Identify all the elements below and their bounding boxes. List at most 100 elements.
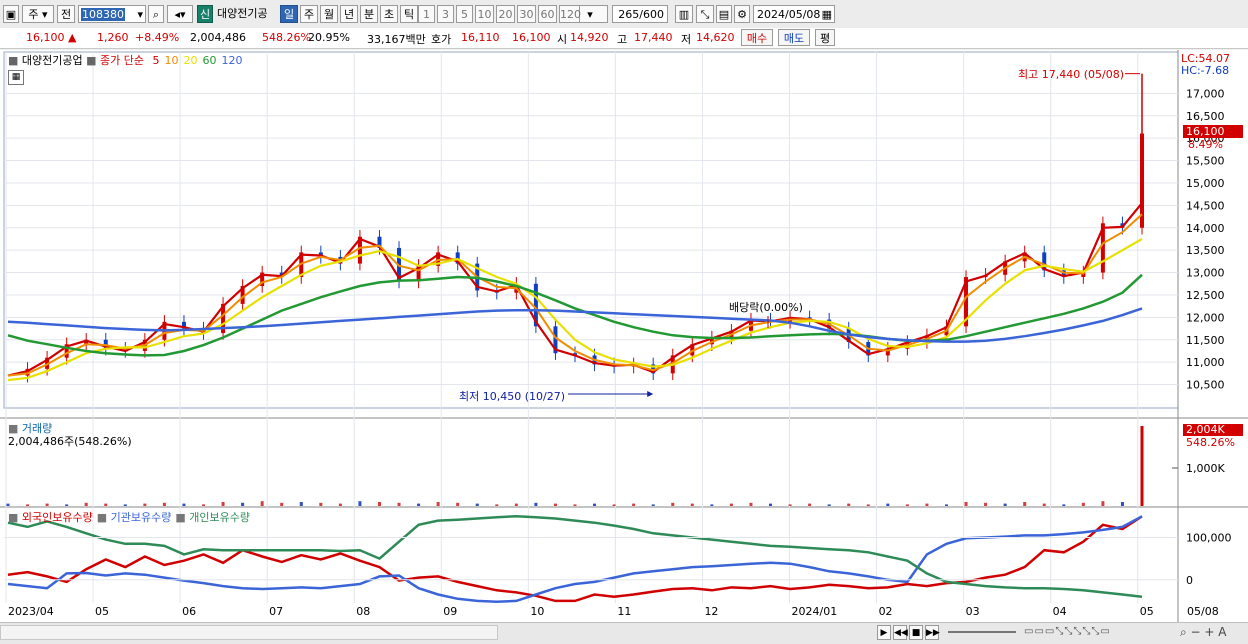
scroll-right-icon[interactable]: ▶: [877, 625, 891, 640]
interval-tab-7[interactable]: 120: [559, 5, 581, 23]
date-value: 2024/05/08: [757, 8, 821, 21]
open-label: 시: [557, 33, 568, 46]
buy-button[interactable]: 매수: [741, 29, 773, 46]
candle-icon[interactable]: ▥: [675, 5, 693, 23]
holder-line-institution: [7, 515, 1143, 603]
quote-bar: 16,100 ▲ 1,260 +8.49% 2,004,486 548.26% …: [0, 28, 1248, 49]
period-tab-4[interactable]: 분: [360, 5, 378, 23]
volume-bar: [671, 502, 675, 506]
volume-bar: [417, 503, 421, 506]
price-axis-label: 14,000: [1186, 222, 1225, 235]
period-tab-6[interactable]: 틱: [400, 5, 418, 23]
save-icon[interactable]: ▤: [716, 5, 732, 23]
market-select[interactable]: 주 ▾: [22, 5, 54, 23]
volume-bar: [123, 504, 127, 506]
chart-svg[interactable]: 17,00016,50016,00015,50015,00014,50014,0…: [0, 50, 1248, 622]
price-axis-label: 16,500: [1186, 110, 1225, 123]
holder-line-foreign: [7, 515, 1143, 603]
high-price: 17,440: [634, 31, 673, 44]
period-tab-1[interactable]: 주: [300, 5, 318, 23]
bottom-bar: ▶ ◀◀ ■ ▶▶ ▭▭▭⤡⤡⤡⤡⤡▭ ⌕ − + A: [0, 622, 1248, 644]
hc-value: HC:-7.68: [1181, 64, 1230, 77]
volume-bar: [299, 502, 303, 506]
x-axis-label: 05: [1140, 605, 1154, 618]
price-axis-label: 12,500: [1186, 289, 1225, 302]
scroll-first-icon[interactable]: ◀◀: [893, 625, 908, 640]
sell-button[interactable]: 매도: [778, 29, 810, 46]
x-axis-label: 11: [617, 605, 631, 618]
price-axis-label: 11,500: [1186, 334, 1225, 347]
volume-bar: [1140, 426, 1144, 506]
price-axis-label: 13,500: [1186, 244, 1225, 257]
search-icon[interactable]: ⌕: [148, 5, 164, 23]
grid-toggle-icon[interactable]: ▦: [8, 70, 24, 85]
interval-tab-3[interactable]: 10: [475, 5, 494, 23]
stock-code-input[interactable]: 108380 ▾: [78, 5, 146, 23]
period-tab-0[interactable]: 일: [280, 5, 298, 23]
scroll-last-icon[interactable]: ▶▶: [925, 625, 940, 640]
volume-bar: [182, 503, 186, 506]
volume-bar: [984, 502, 988, 506]
legend-ma-2: 20: [183, 54, 198, 67]
volume-axis-label: 1,000K: [1186, 462, 1225, 475]
zoom-slider[interactable]: [948, 631, 1016, 633]
period-tab-2[interactable]: 월: [320, 5, 338, 23]
speaker-icon[interactable]: ◂▾: [167, 5, 193, 23]
volume-bar: [6, 503, 10, 506]
volume-bar: [769, 503, 773, 506]
volume-tag: 2,004K: [1183, 424, 1243, 436]
chart-area[interactable]: 17,000 16,500 16,000 15,500 15,000 14,500 14,0…: [0, 50, 1248, 622]
x-axis-label: 07: [269, 605, 283, 618]
volume-bar: [612, 504, 616, 506]
volume-bar: [436, 502, 440, 506]
calendar-icon[interactable]: ▦: [822, 6, 834, 24]
volume-tag-pct: 548.26%: [1186, 436, 1235, 449]
eval-button[interactable]: 평: [815, 29, 835, 46]
interval-tab-5[interactable]: 30: [517, 5, 536, 23]
volume-bar: [886, 503, 890, 506]
volume-bar: [827, 504, 831, 506]
volume-bar: [866, 504, 870, 506]
volume-bar: [338, 503, 342, 506]
volume-bar: [221, 502, 225, 506]
volume-bar: [964, 502, 968, 506]
volume-bar: [495, 504, 499, 506]
volume-bar: [514, 503, 518, 506]
scope-button[interactable]: 전: [57, 5, 75, 23]
x-axis-label: 04: [1053, 605, 1067, 618]
volume-ratio: 548.26%: [262, 31, 311, 44]
gear-icon[interactable]: ⚙: [734, 5, 750, 23]
volume-bar: [377, 502, 381, 506]
interval-tab-1[interactable]: 3: [437, 5, 454, 23]
price-change-pct: +8.49%: [135, 31, 180, 44]
holder-legend: ■ 외국인보유수량 ■ 기관보유수량 ■ 개인보유수량: [8, 509, 254, 525]
interval-tab-2[interactable]: 5: [456, 5, 473, 23]
period-tab-3[interactable]: 년: [340, 5, 358, 23]
period-tab-5[interactable]: 초: [380, 5, 398, 23]
screen-menu-icon[interactable]: ▣: [3, 5, 19, 23]
interval-tab-6[interactable]: 60: [538, 5, 557, 23]
zoom-controls[interactable]: ⌕ − + A: [1180, 625, 1226, 640]
volume-bar: [729, 503, 733, 506]
draw-tool-icon[interactable]: ⤡: [696, 5, 714, 23]
legend-ma-3: 60: [202, 54, 217, 67]
ask-label: 호가: [431, 33, 452, 46]
stock-name: 대양전기공: [217, 7, 268, 20]
volume-bar: [1062, 504, 1066, 506]
interval-tab-0[interactable]: 1: [418, 5, 435, 23]
ask-price-2: 16,100: [512, 31, 551, 44]
x-axis-label: 10: [530, 605, 544, 618]
x-axis-label: 08: [356, 605, 370, 618]
volume-bar: [690, 503, 694, 506]
volume-bar: [358, 501, 362, 506]
count-input[interactable]: 265/600: [612, 5, 668, 23]
date-input[interactable]: 2024/05/08 ▦: [753, 5, 835, 23]
tool-icons[interactable]: ▭▭▭⤡⤡⤡⤡⤡▭: [1024, 626, 1111, 637]
interval-tab-4[interactable]: 20: [496, 5, 515, 23]
x-axis-label: 06: [182, 605, 196, 618]
legend-ma-type: 종가 단순: [100, 54, 145, 67]
chart-scrollbar[interactable]: [0, 625, 498, 640]
volume-bar: [65, 504, 69, 506]
volume-bar: [84, 502, 88, 506]
stop-icon[interactable]: ■: [909, 625, 923, 640]
